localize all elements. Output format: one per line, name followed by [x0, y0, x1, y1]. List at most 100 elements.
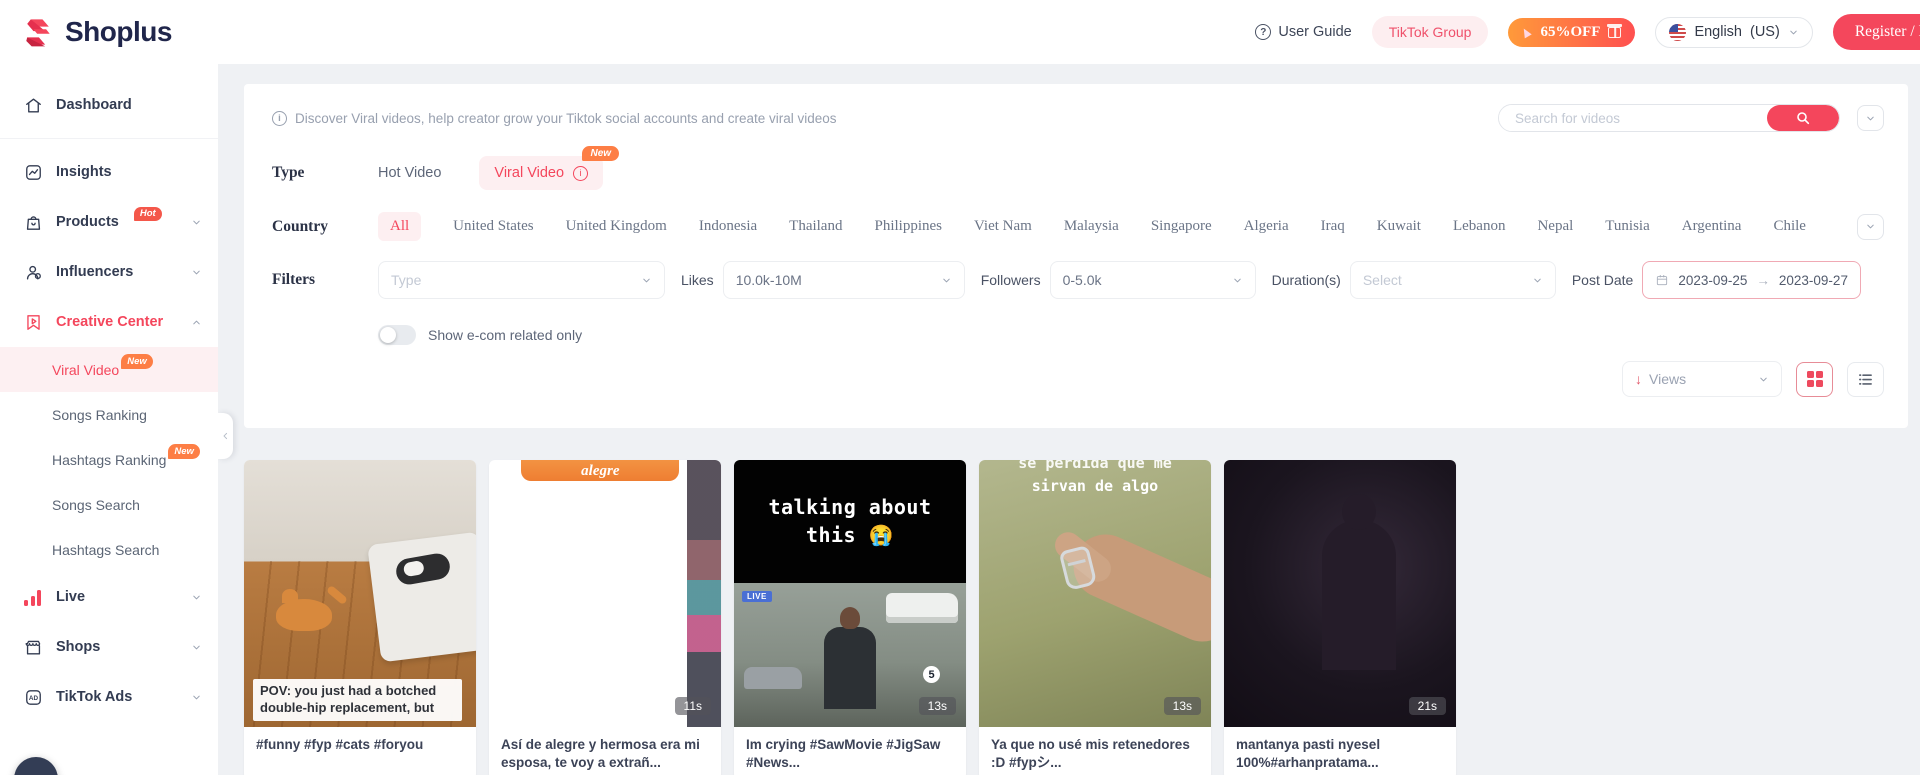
sidebar-collapse-handle[interactable] [218, 413, 233, 459]
country-option[interactable]: Iraq [1321, 218, 1345, 235]
sidebar-item-creative-center[interactable]: Creative Center [0, 297, 218, 347]
sidebar-subitem-viral-video[interactable]: Viral Video New [0, 347, 218, 392]
post-date-range-picker[interactable]: 2023-09-25 → 2023-09-27 [1642, 261, 1861, 299]
sidebar-divider [0, 138, 218, 139]
country-option[interactable]: United States [453, 218, 533, 235]
grid-view-button[interactable] [1796, 361, 1833, 397]
ecom-only-toggle[interactable] [378, 325, 416, 345]
country-option[interactable]: Algeria [1244, 218, 1289, 235]
bookmark-play-icon [27, 314, 40, 330]
brand-logo[interactable]: Shoplus [20, 14, 172, 50]
video-duration-badge: 13s [918, 697, 956, 715]
video-caption[interactable]: mantanya pasti nyesel 100%#arhanpratama.… [1224, 727, 1456, 775]
app-header: Shoplus ? User Guide TikTok Group 65%OFF… [0, 0, 1920, 64]
language-selector[interactable]: English (US) [1655, 16, 1813, 48]
sidebar-item-influencers[interactable]: Influencers [0, 247, 218, 297]
country-option[interactable]: United Kingdom [566, 218, 667, 235]
date-end-value[interactable]: 2023-09-27 [1779, 273, 1848, 288]
video-thumbnail[interactable]: alegre 11s [489, 460, 721, 727]
sidebar-subitem-hashtags-search[interactable]: Hashtags Search [0, 527, 218, 572]
country-option[interactable]: Philippines [874, 218, 942, 235]
shopping-bag-icon [26, 215, 41, 230]
user-guide-link[interactable]: ? User Guide [1255, 24, 1352, 40]
search-expand-button[interactable] [1857, 105, 1884, 131]
video-caption[interactable]: Im crying #SawMovie #JigSaw #News... [734, 727, 966, 775]
video-thumbnail[interactable]: talking about this 😭 LIVE 5 13s [734, 460, 966, 727]
hot-badge: Hot [133, 206, 162, 222]
sort-by-views-dropdown[interactable]: ↓ Views [1622, 361, 1782, 397]
date-start-value[interactable]: 2023-09-25 [1678, 273, 1747, 288]
video-card[interactable]: 21s mantanya pasti nyesel 100%#arhanprat… [1224, 460, 1456, 775]
country-option[interactable]: Lebanon [1453, 218, 1505, 235]
filter-type-select[interactable]: Type [378, 261, 665, 299]
new-badge: New [121, 354, 153, 369]
filter-duration-select[interactable]: Select [1349, 261, 1556, 299]
promo-discount-button[interactable]: 65%OFF [1508, 17, 1636, 47]
sidebar-item-insights[interactable]: Insights [0, 147, 218, 197]
sidebar-subitem-label: Hashtags Search [52, 541, 160, 558]
country-option[interactable]: Singapore [1151, 218, 1212, 235]
sidebar-subitem-label: Songs Search [52, 496, 140, 513]
tiktok-group-label: TikTok Group [1388, 24, 1472, 40]
sidebar-subitem-songs-search[interactable]: Songs Search [0, 482, 218, 527]
country-option[interactable]: Malaysia [1064, 218, 1119, 235]
likes-select-value: 10.0k-10M [735, 272, 802, 288]
register-label: Register / L [1854, 23, 1920, 40]
country-option[interactable]: Kuwait [1377, 218, 1421, 235]
country-option-all[interactable]: All [378, 212, 422, 241]
video-thumbnail[interactable]: 21s [1224, 460, 1456, 727]
video-card[interactable]: talking about this 😭 LIVE 5 13s Im cryin… [734, 460, 966, 775]
sidebar-item-tiktok-ads[interactable]: AD TikTok Ads [0, 672, 218, 722]
country-option[interactable]: Viet Nam [974, 218, 1032, 235]
home-icon [26, 97, 41, 113]
svg-text:AD: AD [29, 694, 39, 701]
info-icon: i [272, 110, 287, 126]
country-option[interactable]: Nepal [1537, 218, 1573, 235]
type-select-placeholder: Type [391, 272, 422, 288]
search-button[interactable] [1767, 105, 1839, 131]
sidebar-item-label: Dashboard [56, 97, 132, 113]
sidebar-subitem-songs-ranking[interactable]: Songs Ranking [0, 392, 218, 437]
sidebar-item-shops[interactable]: Shops [0, 622, 218, 672]
page-notice: i Discover Viral videos, help creator gr… [272, 110, 837, 126]
video-thumbnail[interactable]: se perdida que me sirvan de algo 13s [979, 460, 1211, 727]
country-option[interactable]: Indonesia [699, 218, 757, 235]
tiktok-group-button[interactable]: TikTok Group [1371, 16, 1489, 48]
video-results-grid: POV: you just had a botched double-hip r… [244, 460, 1456, 775]
filter-followers-select[interactable]: 0-5.0k [1049, 261, 1256, 299]
language-label: English [1694, 24, 1742, 40]
sidebar-subitem-hashtags-ranking[interactable]: Hashtags Ranking New [0, 437, 218, 482]
register-login-button[interactable]: Register / L [1832, 14, 1920, 50]
sidebar-subitem-label: Hashtags Ranking [52, 451, 167, 468]
video-caption[interactable]: Ya que no usé mis retenedores :D #fypシ..… [979, 727, 1211, 775]
chevron-down-icon [193, 595, 200, 599]
country-option[interactable]: Chile [1773, 218, 1806, 235]
filter-likes-select[interactable]: 10.0k-10M [722, 261, 965, 299]
country-option[interactable]: Tunisia [1605, 218, 1649, 235]
sidebar-item-products[interactable]: Products Hot [0, 197, 218, 247]
filter-panel: i Discover Viral videos, help creator gr… [244, 84, 1908, 428]
sidebar-item-live[interactable]: Live [0, 572, 218, 622]
video-card[interactable]: POV: you just had a botched double-hip r… [244, 460, 476, 775]
country-row-label: Country [272, 217, 328, 235]
type-option-viral-video[interactable]: Viral Video i New [479, 146, 620, 190]
video-card[interactable]: alegre 11s Así de alegre y hermosa era m… [489, 460, 721, 775]
chevron-down-icon [193, 270, 200, 274]
list-view-button[interactable] [1847, 361, 1884, 397]
video-card[interactable]: se perdida que me sirvan de algo 13s Ya … [979, 460, 1211, 775]
live-bars-icon [24, 589, 43, 606]
country-list: All United States United Kingdom Indones… [378, 212, 1857, 241]
video-caption[interactable]: #funny #fyp #cats #foryou [244, 727, 476, 763]
video-thumbnail[interactable]: POV: you just had a botched double-hip r… [244, 460, 476, 727]
search-input[interactable] [1499, 105, 1767, 131]
sidebar-item-dashboard[interactable]: Dashboard [0, 80, 218, 130]
country-expand-button[interactable] [1857, 213, 1884, 240]
type-option-hot-video[interactable]: Hot Video [378, 165, 441, 181]
search-icon [1797, 112, 1810, 125]
thumbnail-overlay-line2: this 😭 [805, 523, 895, 548]
country-option[interactable]: Thailand [789, 218, 842, 235]
brand-name: Shoplus [65, 16, 172, 47]
video-caption[interactable]: Así de alegre y hermosa era mi esposa, t… [489, 727, 721, 775]
country-option[interactable]: Argentina [1682, 218, 1742, 235]
sort-descending-icon: ↓ [1635, 371, 1642, 387]
